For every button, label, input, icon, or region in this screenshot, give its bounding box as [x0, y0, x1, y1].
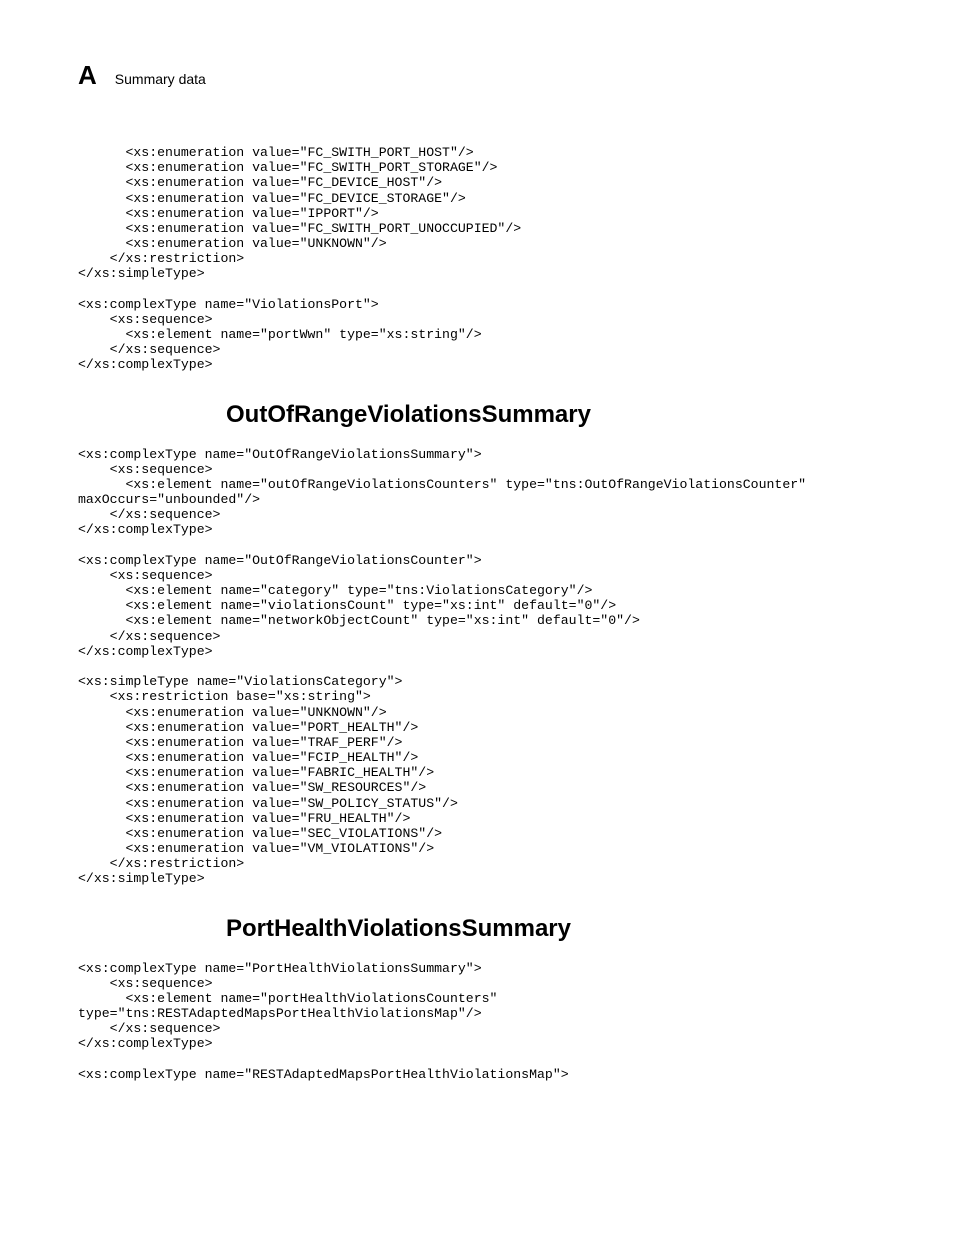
- code-block-3: <xs:complexType name="PortHealthViolatio…: [78, 961, 876, 1082]
- section-heading-outofrange: OutOfRangeViolationsSummary: [226, 401, 876, 429]
- code-block-1: <xs:enumeration value="FC_SWITH_PORT_HOS…: [78, 145, 876, 373]
- header-title: Summary data: [115, 71, 206, 87]
- document-page: A Summary data <xs:enumeration value="FC…: [0, 0, 954, 1160]
- page-header: A Summary data: [78, 60, 876, 91]
- code-block-2: <xs:complexType name="OutOfRangeViolatio…: [78, 447, 876, 887]
- section-heading-porthealth: PortHealthViolationsSummary: [226, 915, 876, 943]
- appendix-letter: A: [78, 60, 97, 91]
